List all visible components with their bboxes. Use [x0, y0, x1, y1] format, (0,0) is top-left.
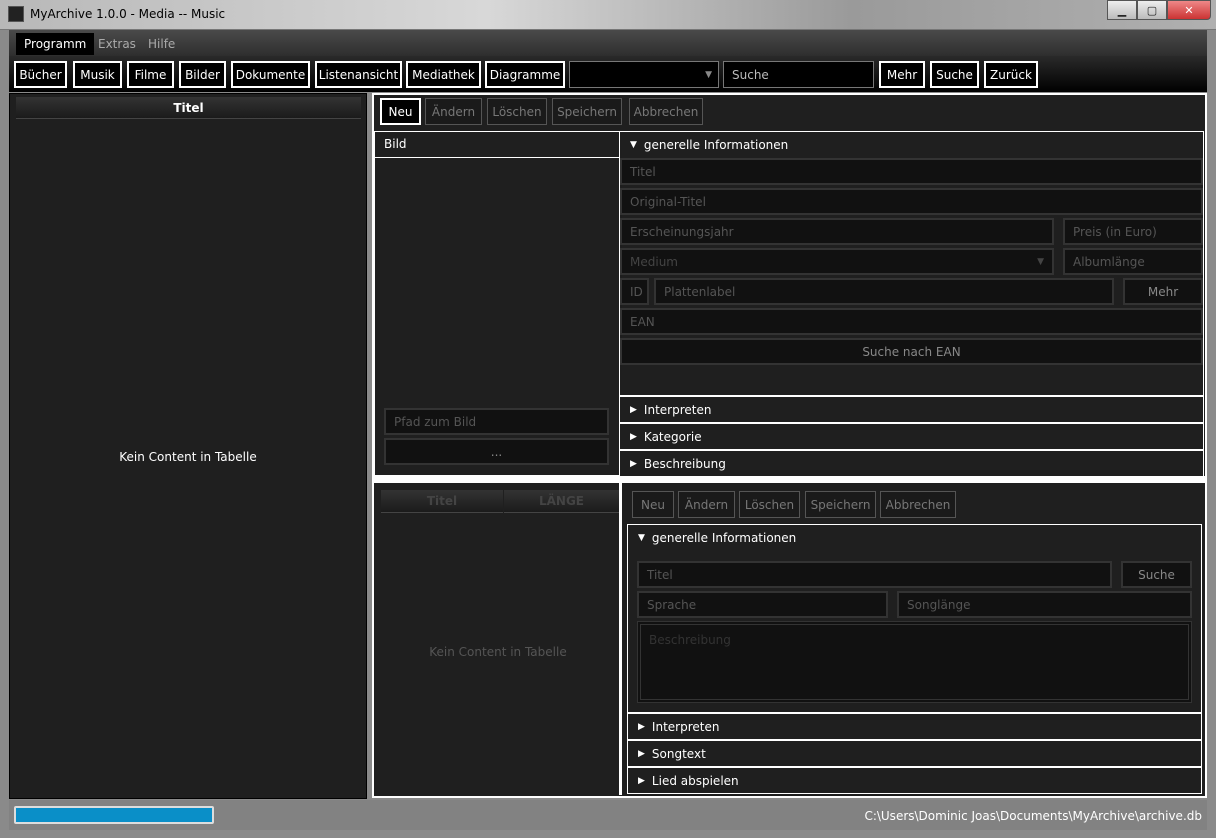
category-combo[interactable]: ▼ — [569, 61, 719, 88]
section-label: generelle Informationen — [651, 530, 797, 545]
nav-bilder[interactable]: Bilder — [179, 61, 226, 88]
collapsed-icon: ▶ — [630, 458, 637, 469]
id-field[interactable]: ID — [620, 278, 649, 305]
section-label: generelle Informationen — [643, 137, 789, 152]
section-label: Lied abspielen — [651, 773, 739, 788]
medium-select[interactable]: Medium ▼ — [620, 248, 1054, 275]
collapsed-icon: ▶ — [638, 748, 645, 759]
song-general-header[interactable]: ▼ generelle Informationen — [627, 524, 1202, 551]
song-section-interpreten[interactable]: ▶ Interpreten — [627, 713, 1202, 740]
beschreibung-textarea[interactable]: Beschreibung — [637, 621, 1192, 703]
expanded-icon: ▼ — [638, 532, 645, 543]
search-input[interactable]: Suche — [723, 61, 874, 88]
section-label: Beschreibung — [643, 456, 726, 471]
album-aendern-button[interactable]: Ändern — [425, 98, 482, 125]
database-path: C:\Users\Dominic Joas\Documents\MyArchiv… — [864, 809, 1202, 823]
suche-button[interactable]: Suche — [930, 61, 979, 88]
album-titel-input[interactable]: Titel — [620, 158, 1203, 185]
album-abbrechen-button[interactable]: Abbrechen — [629, 98, 703, 125]
progress-bar — [14, 806, 214, 824]
ean-search-button[interactable]: Suche nach EAN — [620, 338, 1203, 365]
menu-programm[interactable]: Programm — [16, 33, 95, 55]
collapsed-icon: ▶ — [638, 721, 645, 732]
section-interpreten[interactable]: ▶ Interpreten — [619, 396, 1204, 423]
nav-mediathek[interactable]: Mediathek — [406, 61, 481, 88]
song-aendern-button[interactable]: Ändern — [678, 491, 735, 518]
column-header-titel[interactable]: Titel — [16, 97, 361, 119]
song-loeschen-button[interactable]: Löschen — [739, 491, 800, 518]
nav-listenansicht[interactable]: Listenansicht — [315, 61, 402, 88]
song-neu-button[interactable]: Neu — [632, 491, 674, 518]
plattenlabel-input[interactable]: Plattenlabel — [654, 278, 1114, 305]
nav-buecher[interactable]: Bücher — [14, 61, 67, 88]
collapsed-icon: ▶ — [630, 404, 637, 415]
nav-diagramme[interactable]: Diagramme — [485, 61, 565, 88]
album-original-titel-input[interactable]: Original-Titel — [620, 188, 1203, 215]
erscheinungsjahr-input[interactable]: Erscheinungsjahr — [620, 218, 1054, 245]
browse-image-button[interactable]: ... — [384, 438, 609, 465]
chevron-down-icon: ▼ — [705, 69, 712, 80]
sprache-input[interactable]: Sprache — [637, 591, 888, 618]
section-label: Kategorie — [643, 429, 702, 444]
bild-header: Bild — [374, 131, 620, 158]
nav-musik[interactable]: Musik — [73, 61, 122, 88]
expanded-icon: ▼ — [630, 139, 637, 150]
menu-hilfe[interactable]: Hilfe — [140, 33, 183, 55]
splitter[interactable] — [374, 476, 1205, 483]
section-kategorie[interactable]: ▶ Kategorie — [619, 423, 1204, 450]
section-beschreibung[interactable]: ▶ Beschreibung — [619, 450, 1204, 477]
albumlaenge-input[interactable]: Albumlänge — [1063, 248, 1203, 275]
media-list-panel: Titel Kein Content in Tabelle — [9, 93, 367, 799]
song-abbrechen-button[interactable]: Abbrechen — [880, 491, 956, 518]
chevron-down-icon: ▼ — [1037, 256, 1044, 267]
nav-dokumente[interactable]: Dokumente — [231, 61, 310, 88]
song-section-songtext[interactable]: ▶ Songtext — [627, 740, 1202, 767]
window-title: MyArchive 1.0.0 - Media -- Music — [30, 7, 226, 21]
song-section-lied-abspielen[interactable]: ▶ Lied abspielen — [627, 767, 1202, 794]
song-col-titel[interactable]: Titel — [381, 490, 503, 513]
menu-extras[interactable]: Extras — [90, 33, 144, 55]
album-mehr-button[interactable]: Mehr — [1123, 278, 1203, 305]
collapsed-icon: ▶ — [638, 775, 645, 786]
maximize-button[interactable]: ▢ — [1137, 0, 1167, 20]
image-path-input[interactable]: Pfad zum Bild — [384, 408, 609, 435]
section-label: Interpreten — [643, 402, 712, 417]
nav-filme[interactable]: Filme — [127, 61, 174, 88]
section-label: Interpreten — [651, 719, 720, 734]
collapsed-icon: ▶ — [630, 431, 637, 442]
song-suche-button[interactable]: Suche — [1121, 561, 1192, 588]
close-button[interactable]: ✕ — [1167, 0, 1211, 20]
preis-input[interactable]: Preis (in Euro) — [1063, 218, 1203, 245]
song-speichern-button[interactable]: Speichern — [805, 491, 876, 518]
album-loeschen-button[interactable]: Löschen — [487, 98, 547, 125]
album-general-header[interactable]: ▼ generelle Informationen — [619, 131, 1204, 158]
menu-bar: Programm Extras Hilfe — [9, 30, 1207, 56]
empty-table-text: Kein Content in Tabelle — [119, 450, 257, 464]
song-col-laenge[interactable]: LÄNGE — [504, 490, 619, 513]
song-list — [374, 483, 622, 795]
ean-input[interactable]: EAN — [620, 308, 1203, 335]
song-empty-text: Kein Content in Tabelle — [429, 645, 567, 659]
section-label: Songtext — [651, 746, 706, 761]
mehr-button[interactable]: Mehr — [879, 61, 925, 88]
app-icon — [8, 6, 24, 22]
songlaenge-input[interactable]: Songlänge — [897, 591, 1192, 618]
medium-placeholder: Medium — [630, 254, 678, 269]
zurueck-button[interactable]: Zurück — [984, 61, 1038, 88]
minimize-button[interactable]: ▁ — [1107, 0, 1137, 20]
album-neu-button[interactable]: Neu — [380, 98, 421, 125]
song-titel-input[interactable]: Titel — [637, 561, 1112, 588]
album-speichern-button[interactable]: Speichern — [552, 98, 622, 125]
